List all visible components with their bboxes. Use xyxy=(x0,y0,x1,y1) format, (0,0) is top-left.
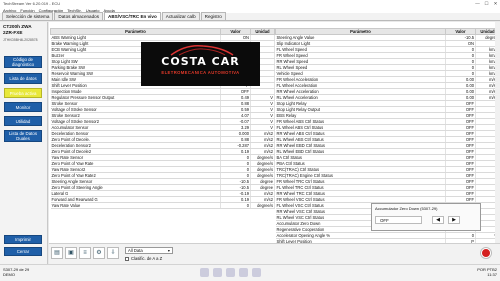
export-icon[interactable]: ⇩ xyxy=(107,247,119,259)
costa-car-logo: COSTA CAR ELETROMECANICA AUTOMOTIVA xyxy=(141,42,260,86)
system-tray: POR PTB2 11:37 xyxy=(477,267,497,277)
close-button[interactable]: ✕ xyxy=(491,1,500,7)
tab-abs-live[interactable]: ABS/VSC/TRC En vivo xyxy=(104,12,161,20)
status-left: S307-29 de 29 DEMO xyxy=(3,267,29,277)
popup-title: Accumulador Zero Down (5307-29) xyxy=(375,206,438,211)
active-test-button[interactable]: Prueba activa xyxy=(4,88,42,98)
graph-icon[interactable]: ▤ xyxy=(51,247,63,259)
previous-icon[interactable]: ◀ xyxy=(432,216,444,224)
maximize-button[interactable]: ☐ xyxy=(482,1,491,7)
status-mode: DEMO xyxy=(3,272,15,277)
popup-value: OFF xyxy=(375,216,422,224)
dtc-button[interactable]: Código de diagnóstico xyxy=(4,56,42,68)
minimize-button[interactable]: — xyxy=(473,1,482,7)
settings-icon[interactable]: ⚙ xyxy=(93,247,105,259)
table-row[interactable]: Yaw Rate Value 0 degree/s xyxy=(50,202,275,209)
sidebar: CT200h ZWA 2ZR-FXE JTHKD5BH4L2028578 Cód… xyxy=(0,22,48,264)
vehicle-info: CT200h ZWA 2ZR-FXE xyxy=(0,22,47,37)
browser-icon[interactable] xyxy=(239,268,248,277)
search-icon[interactable] xyxy=(213,268,222,277)
sort-az-label: Clasific. de A a Z xyxy=(131,256,163,261)
vehicle-engine: 2ZR-FXE xyxy=(3,29,23,35)
tab-stored-data[interactable]: Datos almacenados xyxy=(54,12,104,20)
window-controls: — ☐ ✕ xyxy=(473,1,500,7)
print-button[interactable]: Imprimir xyxy=(4,235,42,244)
record-button[interactable] xyxy=(481,248,491,258)
value-cell: 0 xyxy=(220,202,251,209)
vehicle-vin: JTHKD5BH4L2028578 xyxy=(3,38,38,42)
techstream-app-icon[interactable] xyxy=(252,268,261,277)
vertical-scrollbar[interactable] xyxy=(495,22,500,243)
window-title: TechStream Ver 6.20.019 - ECU xyxy=(3,1,61,6)
logo-brand-text: COSTA CAR xyxy=(161,55,240,68)
data-filter-value: All Data xyxy=(128,248,143,253)
tab-bar: Selección de sistema Datos almacenados A… xyxy=(0,12,500,21)
data-list-button[interactable]: Lista de datos xyxy=(4,73,42,84)
tab-update-calibration[interactable]: Actualizar calb xyxy=(161,12,200,20)
taskbar-app-icons xyxy=(200,268,261,277)
next-icon[interactable]: ▶ xyxy=(448,216,460,224)
bottom-toolbar: ▤ ▣ ≡ ⚙ ⇩ All Data ▾ Clasific. de A a Z xyxy=(49,243,500,264)
taskbar: S307-29 de 29 DEMO POR PTB2 11:37 xyxy=(0,264,500,281)
parameter-cell: Yaw Rate Value xyxy=(50,202,221,209)
file-explorer-icon[interactable] xyxy=(226,268,235,277)
data-filter-select[interactable]: All Data ▾ xyxy=(125,247,173,254)
window-title-bar: TechStream Ver 6.20.019 - ECU — ☐ ✕ xyxy=(0,0,500,7)
snapshot-icon[interactable]: ▣ xyxy=(65,247,77,259)
dual-data-list-button[interactable]: Lista de Datos Duales xyxy=(4,130,42,142)
utility-button[interactable]: Utilidad xyxy=(4,116,42,126)
clock-time[interactable]: 11:37 xyxy=(477,272,497,277)
logo-subtitle-text: ELETROMECANICA AUTOMOTIVA xyxy=(161,70,240,75)
bottom-icon-group: ▤ ▣ ≡ ⚙ ⇩ xyxy=(51,247,119,259)
unit-cell: degree/s xyxy=(250,202,275,209)
tab-system-selection[interactable]: Selección de sistema xyxy=(2,12,54,20)
monitor-button[interactable]: Monitor xyxy=(4,102,42,112)
tab-log[interactable]: Registro xyxy=(200,12,226,20)
chevron-down-icon: ▾ xyxy=(167,248,170,253)
start-icon[interactable] xyxy=(200,268,209,277)
checkbox-box[interactable] xyxy=(125,256,129,261)
record-list-icon[interactable]: ≡ xyxy=(79,247,91,259)
sort-az-checkbox[interactable]: Clasific. de A a Z xyxy=(125,256,162,261)
parameter-detail-popup: Accumulador Zero Down (5307-29) OFF ◀ ▶ xyxy=(371,203,481,231)
close-session-button[interactable]: Cerrar xyxy=(4,247,42,256)
